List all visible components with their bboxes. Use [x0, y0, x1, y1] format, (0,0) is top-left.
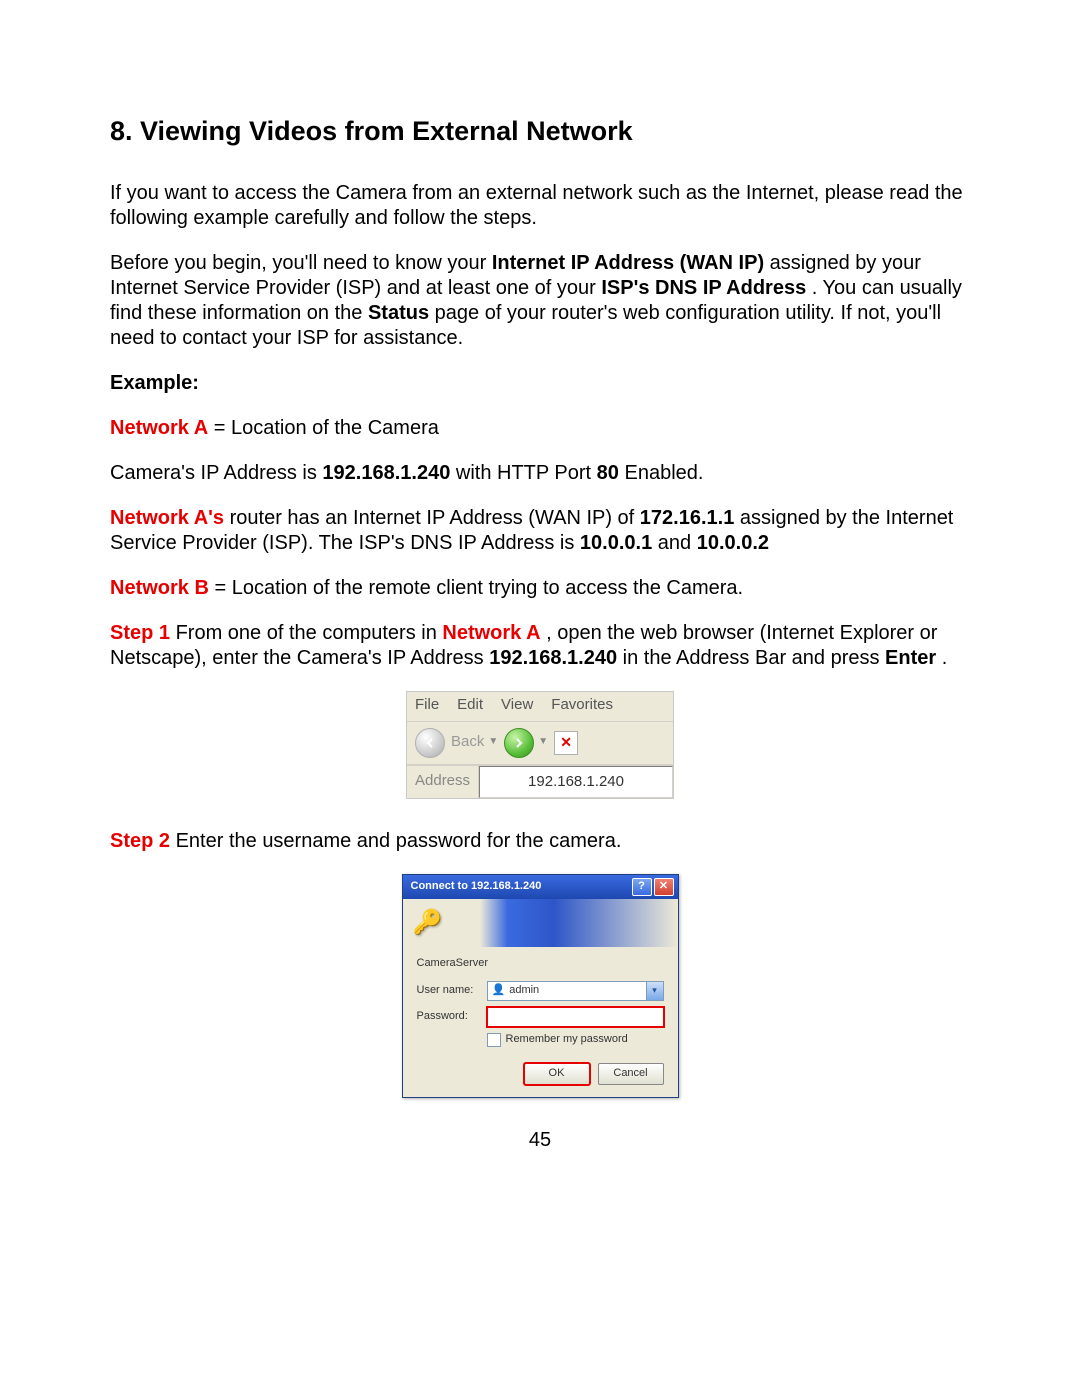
network-a-possessive: Network A's — [110, 507, 224, 529]
intro-paragraph: If you want to access the Camera from an… — [110, 181, 970, 231]
port-value: 80 — [597, 462, 619, 484]
page-heading: 8. Viewing Videos from External Network — [110, 115, 970, 149]
cancel-button[interactable]: Cancel — [598, 1063, 664, 1085]
password-label: Password: — [417, 1010, 487, 1024]
chevron-down-icon[interactable]: ▼ — [488, 736, 498, 749]
back-label: Back — [451, 733, 484, 752]
browser-screenshot: File Edit View Favorites Back ▼ ▼ ✕ Addr… — [406, 691, 674, 800]
remember-checkbox[interactable] — [487, 1033, 501, 1047]
step-2-paragraph: Step 2 Enter the username and password f… — [110, 829, 970, 854]
address-input[interactable]: 192.168.1.240 — [479, 766, 673, 799]
network-b-line: Network B = Location of the remote clien… — [110, 576, 970, 601]
text: Enter the username and password for the … — [176, 830, 622, 852]
step-1-paragraph: Step 1 From one of the computers in Netw… — [110, 621, 970, 671]
password-row: Password: — [417, 1007, 664, 1027]
network-a-router-line: Network A's router has an Internet IP Ad… — [110, 506, 970, 556]
address-bar: Address 192.168.1.240 — [407, 765, 673, 799]
close-icon: ✕ — [659, 880, 668, 894]
wan-ip-value: 172.16.1.1 — [640, 507, 735, 529]
text: = Location of the remote client trying t… — [214, 577, 743, 599]
text: From one of the computers in — [176, 622, 443, 644]
text: Camera's IP Address is — [110, 462, 322, 484]
ok-button[interactable]: OK — [524, 1063, 590, 1085]
username-row: User name: 👤 admin ▾ — [417, 981, 664, 1001]
dialog-buttons: OK Cancel — [417, 1063, 664, 1085]
user-icon: 👤 — [492, 984, 506, 998]
dialog-title: Connect to 192.168.1.240 — [411, 880, 630, 894]
text: in the Address Bar and press — [623, 647, 885, 669]
status-term: Status — [368, 302, 429, 324]
username-label: User name: — [417, 984, 487, 998]
camera-ip-line: Camera's IP Address is 192.168.1.240 wit… — [110, 461, 970, 486]
arrow-left-icon — [424, 737, 436, 749]
text: router has an Internet IP Address (WAN I… — [230, 507, 640, 529]
network-a-term: Network A — [110, 417, 208, 439]
text: = Location of the Camera — [214, 417, 439, 439]
menu-favorites[interactable]: Favorites — [551, 696, 613, 715]
menu-view[interactable]: View — [501, 696, 533, 715]
menu-edit[interactable]: Edit — [457, 696, 483, 715]
remember-row: Remember my password — [487, 1033, 664, 1047]
x-icon: ✕ — [560, 734, 572, 752]
help-icon: ? — [638, 880, 645, 894]
dns1-value: 10.0.0.1 — [580, 532, 652, 554]
text: with HTTP Port — [456, 462, 597, 484]
text: and — [658, 532, 697, 554]
dialog-body: CameraServer User name: 👤 admin ▾ Passwo… — [403, 947, 678, 1097]
enter-key: Enter — [885, 647, 936, 669]
dialog-realm: CameraServer — [417, 957, 664, 971]
keys-icon: 🔑 — [413, 908, 443, 938]
password-input[interactable] — [487, 1007, 664, 1027]
username-combo[interactable]: 👤 admin ▾ — [487, 981, 664, 1001]
camera-ip-value: 192.168.1.240 — [322, 462, 450, 484]
address-label: Address — [407, 766, 479, 799]
example-label: Example: — [110, 371, 970, 396]
step-2-label: Step 2 — [110, 830, 170, 852]
auth-dialog: Connect to 192.168.1.240 ? ✕ 🔑 CameraSer… — [402, 874, 679, 1098]
dns2-value: 10.0.0.2 — [697, 532, 769, 554]
remember-label: Remember my password — [506, 1033, 628, 1047]
network-a-line: Network A = Location of the Camera — [110, 416, 970, 441]
network-b-term: Network B — [110, 577, 209, 599]
text: . — [942, 647, 948, 669]
before-begin-paragraph: Before you begin, you'll need to know yo… — [110, 251, 970, 351]
arrow-right-icon — [513, 737, 525, 749]
dialog-titlebar: Connect to 192.168.1.240 ? ✕ — [403, 875, 678, 899]
chevron-down-icon[interactable]: ▾ — [646, 982, 663, 1000]
back-button[interactable] — [415, 728, 445, 758]
help-button[interactable]: ? — [632, 878, 652, 896]
page-number: 45 — [110, 1128, 970, 1153]
forward-button[interactable] — [504, 728, 534, 758]
stop-button[interactable]: ✕ — [554, 731, 578, 755]
network-a-inline: Network A — [442, 622, 540, 644]
close-button[interactable]: ✕ — [654, 878, 674, 896]
browser-menu-bar: File Edit View Favorites — [407, 692, 673, 722]
username-value: admin — [509, 984, 539, 998]
ip-inline: 192.168.1.240 — [489, 647, 617, 669]
browser-toolbar: Back ▼ ▼ ✕ — [407, 722, 673, 765]
text: Before you begin, you'll need to know yo… — [110, 252, 492, 274]
dialog-banner: 🔑 — [403, 899, 678, 947]
dns-ip-term: ISP's DNS IP Address — [601, 277, 806, 299]
step-1-label: Step 1 — [110, 622, 170, 644]
text: Enabled. — [624, 462, 703, 484]
menu-file[interactable]: File — [415, 696, 439, 715]
chevron-down-icon[interactable]: ▼ — [538, 736, 548, 749]
wan-ip-term: Internet IP Address (WAN IP) — [492, 252, 764, 274]
